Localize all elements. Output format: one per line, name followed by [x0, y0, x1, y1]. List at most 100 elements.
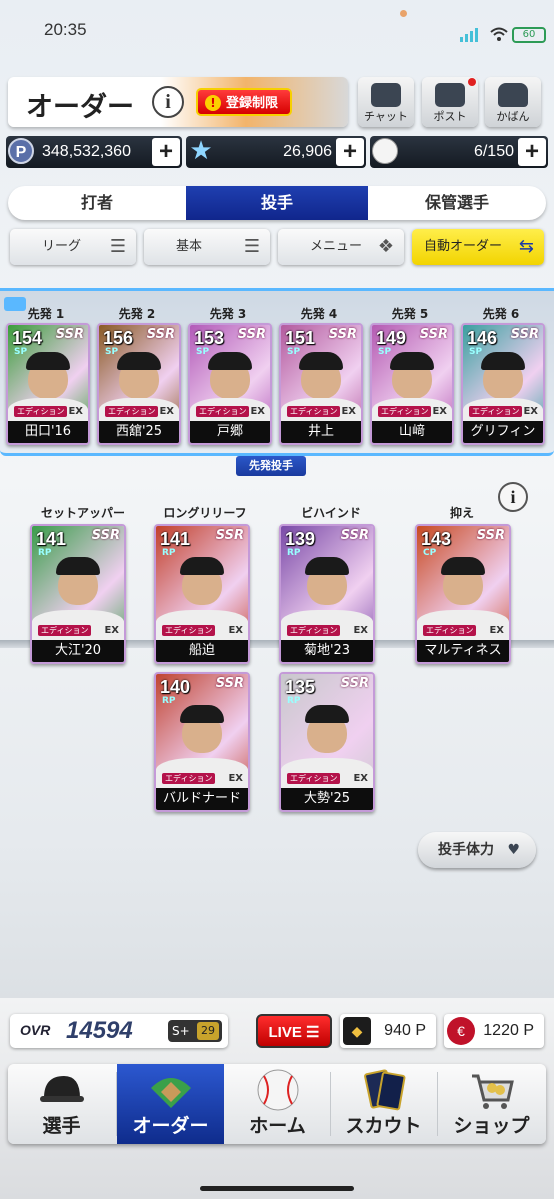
edition-badge: エディション: [162, 625, 216, 636]
ex-badge: EX: [228, 625, 243, 636]
card-position: SP: [469, 347, 483, 357]
bag-button[interactable]: かばん: [485, 77, 541, 127]
card-position: SP: [196, 347, 210, 357]
card-player-name: グリフィン: [463, 421, 543, 443]
nav-shop[interactable]: ショップ: [438, 1064, 545, 1144]
ovr-value: 14594: [66, 1017, 133, 1044]
card-ovr: 139: [285, 529, 316, 549]
baseball-icon: [257, 1069, 298, 1111]
card-rarity: SSR: [237, 327, 266, 342]
nav-scout[interactable]: スカウト: [330, 1064, 437, 1144]
league-filter[interactable]: リーグ ☰: [10, 229, 136, 265]
reliever-card[interactable]: 143 CP SSR マルティネス エディション EX: [415, 524, 511, 664]
chat-icon: [371, 83, 401, 107]
edition-badge: エディション: [105, 406, 159, 417]
ex-badge: EX: [353, 625, 368, 636]
starting-pitcher-label: 先発投手: [236, 456, 306, 476]
card-ovr: 141: [36, 529, 67, 549]
auto-order-button[interactable]: 自動オーダー ⇆: [412, 229, 544, 265]
tab-batter[interactable]: 打者: [8, 186, 186, 220]
card-rarity: SSR: [510, 327, 539, 342]
starter-card[interactable]: 153 SP SSR 戸郷 エディション EX: [188, 323, 272, 445]
notification-dot: [400, 10, 407, 17]
registration-limit-button[interactable]: ! 登録制限: [196, 88, 292, 116]
reliever-card[interactable]: 140 RP SSR バルドナード エディション EX: [154, 672, 250, 812]
battery-icon: 60: [512, 27, 546, 43]
tab-pitcher[interactable]: 投手: [186, 186, 368, 220]
edition-badge: エディション: [287, 625, 341, 636]
position-tabs: 打者 投手 保管選手: [8, 186, 546, 220]
page-title: オーダー: [26, 92, 134, 122]
info-icon[interactable]: i: [152, 86, 184, 118]
alert-icon: !: [205, 95, 221, 111]
nav-order[interactable]: オーダー: [117, 1064, 224, 1144]
edition-badge: エディション: [196, 406, 250, 417]
list-icon: ☰: [243, 236, 260, 257]
bottom-nav: 選手 オーダー ホーム スカウト ショップ: [8, 1064, 546, 1144]
starter-card[interactable]: 151 SP SSR 井上 エディション EX: [279, 323, 363, 445]
cap-icon: [117, 352, 161, 370]
card-player-name: 菊地'23: [281, 640, 373, 662]
add-balls-button[interactable]: +: [518, 138, 546, 166]
edition-badge: エディション: [423, 625, 477, 636]
e-coin-counter[interactable]: €1220 P: [444, 1014, 544, 1048]
rotation-slot-label: 先発 3: [209, 307, 247, 321]
chat-button[interactable]: チャット: [358, 77, 414, 127]
ex-badge: EX: [104, 625, 119, 636]
rotation-slot-label: 先発 2: [118, 307, 156, 321]
card-ovr: 140: [160, 677, 191, 697]
starting-rotation: 先発 1 154 SP SSR 田口'16 エディション EX 先発 2 156 SP SSR 西舘'…: [0, 288, 554, 456]
rotation-slot-label: 先発 4: [300, 307, 338, 321]
coin-counter[interactable]: ◆ 940 P: [340, 1014, 436, 1048]
setup-label: セットアッパー: [40, 506, 125, 520]
starter-card[interactable]: 156 SP SSR 西舘'25 エディション EX: [97, 323, 181, 445]
list-icon: ☰: [109, 236, 126, 257]
p-points-bar: P 348,532,360 +: [6, 136, 182, 168]
starter-card[interactable]: 146 SP SSR グリフィン エディション EX: [461, 323, 545, 445]
ovr-display[interactable]: OVR 14594 S+ 29: [10, 1014, 228, 1048]
reliever-card[interactable]: 141 RP SSR 船迫 エディション EX: [154, 524, 250, 664]
pitcher-stamina-button[interactable]: 投手体力 ♥: [418, 832, 536, 868]
card-position: SP: [105, 347, 119, 357]
balls-bar: 6/150 +: [370, 136, 548, 168]
basic-filter[interactable]: 基本 ☰: [144, 229, 270, 265]
starter-card[interactable]: 154 SP SSR 田口'16 エディション EX: [6, 323, 90, 445]
e-coin-icon: €: [447, 1017, 475, 1045]
card-ovr: 153: [194, 328, 225, 348]
card-rarity: SSR: [215, 528, 244, 543]
add-stars-button[interactable]: +: [336, 138, 364, 166]
home-indicator: [200, 1186, 354, 1191]
card-ovr: 141: [160, 529, 191, 549]
card-rarity: SSR: [328, 327, 357, 342]
ex-badge: EX: [523, 406, 538, 417]
cap-icon: [441, 557, 485, 575]
card-ovr: 151: [285, 328, 316, 348]
card-position: RP: [38, 548, 52, 558]
card-rarity: SSR: [91, 528, 120, 543]
cap-icon: [180, 557, 224, 575]
diamond-icon: ❖: [377, 236, 394, 257]
closer-label: 抑え: [449, 506, 474, 520]
starter-card[interactable]: 149 SP SSR 山﨑 エディション EX: [370, 323, 454, 445]
post-badge: [468, 78, 476, 86]
card-rarity: SSR: [419, 327, 448, 342]
clock: 20:35: [44, 20, 87, 39]
reliever-card[interactable]: 141 RP SSR 大江'20 エディション EX: [30, 524, 126, 664]
edition-badge: エディション: [287, 773, 341, 784]
menu-filter[interactable]: メニュー ❖: [278, 229, 404, 265]
live-button[interactable]: LIVE ☰: [256, 1014, 332, 1048]
reliever-card[interactable]: 135 RP SSR 大勢'25 エディション EX: [279, 672, 375, 812]
card-position: SP: [378, 347, 392, 357]
info-icon[interactable]: i: [498, 482, 528, 512]
reliever-card[interactable]: 139 RP SSR 菊地'23 エディション EX: [279, 524, 375, 664]
add-p-points-button[interactable]: +: [152, 138, 180, 166]
title-bar: オーダー i ! 登録制限: [8, 77, 348, 127]
card-position: RP: [287, 548, 301, 558]
nav-home[interactable]: ホーム: [224, 1064, 331, 1144]
star-icon: ★: [189, 135, 213, 165]
card-player-name: マルティネス: [417, 640, 509, 662]
card-position: RP: [287, 696, 301, 706]
tab-storage[interactable]: 保管選手: [368, 186, 546, 220]
swap-icon: ⇆: [518, 236, 534, 257]
nav-player[interactable]: 選手: [8, 1064, 115, 1144]
